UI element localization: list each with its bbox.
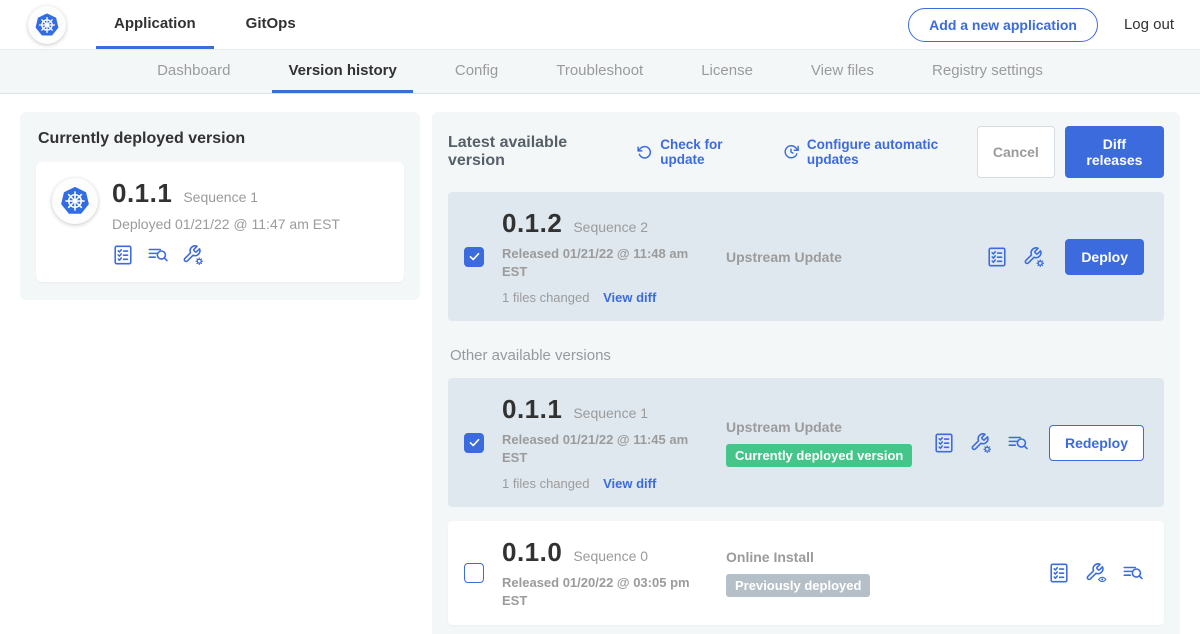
deployed-version-card: 0.1.1 Sequence 1 Deployed 01/21/22 @ 11:… bbox=[36, 162, 404, 282]
top-nav-tabs: Application GitOps bbox=[96, 0, 314, 49]
released-timestamp: Released 01/20/22 @ 03:05 pm EST bbox=[502, 574, 714, 609]
preflight-checks-icon[interactable] bbox=[1048, 562, 1070, 584]
cancel-button[interactable]: Cancel bbox=[977, 126, 1055, 178]
top-nav: Application GitOps Add a new application… bbox=[0, 0, 1200, 50]
version-row-0-1-2: 0.1.2 Sequence 2 Released 01/21/22 @ 11:… bbox=[448, 192, 1164, 321]
edit-config-icon[interactable] bbox=[182, 244, 204, 266]
version-row-0-1-0: 0.1.0 Sequence 0 Released 01/20/22 @ 03:… bbox=[448, 521, 1164, 625]
latest-available-panel: Latest available version Check for updat… bbox=[432, 112, 1180, 634]
files-changed-label: 1 files changed bbox=[502, 476, 589, 491]
preflight-checks-icon[interactable] bbox=[933, 432, 955, 454]
tab-troubleshoot[interactable]: Troubleshoot bbox=[540, 50, 659, 93]
latest-available-title: Latest available version bbox=[448, 134, 614, 170]
deploy-logs-icon[interactable] bbox=[147, 244, 169, 266]
logout-link[interactable]: Log out bbox=[1124, 16, 1174, 33]
edit-config-icon[interactable] bbox=[970, 432, 992, 454]
auto-update-clock-icon bbox=[782, 143, 800, 161]
refresh-icon bbox=[636, 144, 653, 161]
view-diff-link[interactable]: View diff bbox=[603, 290, 656, 305]
version-checkbox[interactable] bbox=[464, 247, 484, 267]
version-row-0-1-1: 0.1.1 Sequence 1 Released 01/21/22 @ 11:… bbox=[448, 378, 1164, 507]
deploy-button[interactable]: Deploy bbox=[1065, 239, 1144, 275]
kubernetes-logo-icon bbox=[28, 6, 66, 44]
tab-application[interactable]: Application bbox=[96, 0, 214, 49]
currently-deployed-badge: Currently deployed version bbox=[726, 444, 912, 467]
sequence-label: Sequence 1 bbox=[573, 405, 648, 421]
tab-registry-settings[interactable]: Registry settings bbox=[916, 50, 1059, 93]
released-timestamp: Released 01/21/22 @ 11:45 am EST bbox=[502, 431, 714, 466]
sequence-label: Sequence 0 bbox=[573, 548, 648, 564]
preflight-checks-icon[interactable] bbox=[986, 246, 1008, 268]
tab-version-history[interactable]: Version history bbox=[272, 50, 412, 93]
check-for-update-link[interactable]: Check for update bbox=[636, 137, 760, 167]
version-number: 0.1.0 bbox=[502, 537, 562, 568]
version-checkbox[interactable] bbox=[464, 433, 484, 453]
kubernetes-app-icon bbox=[52, 178, 98, 224]
other-versions-title: Other available versions bbox=[450, 347, 1164, 364]
main-content: Currently deployed version 0.1.1 Sequenc… bbox=[0, 94, 1200, 634]
deployed-sequence-label: Sequence 1 bbox=[183, 189, 258, 205]
app-logo[interactable] bbox=[28, 0, 66, 49]
released-timestamp: Released 01/21/22 @ 11:48 am EST bbox=[502, 245, 714, 280]
configure-automatic-updates-link[interactable]: Configure automatic updates bbox=[782, 137, 977, 167]
preflight-checks-icon[interactable] bbox=[112, 244, 134, 266]
version-source-label: Online Install bbox=[726, 549, 1048, 565]
tab-dashboard[interactable]: Dashboard bbox=[141, 50, 246, 93]
tab-view-files[interactable]: View files bbox=[795, 50, 890, 93]
diff-releases-button[interactable]: Diff releases bbox=[1065, 126, 1164, 178]
version-checkbox[interactable] bbox=[464, 563, 484, 583]
deploy-logs-icon[interactable] bbox=[1122, 562, 1144, 584]
deployed-timestamp: Deployed 01/21/22 @ 11:47 am EST bbox=[112, 216, 340, 232]
tab-license[interactable]: License bbox=[685, 50, 769, 93]
sequence-label: Sequence 2 bbox=[573, 219, 648, 235]
version-number: 0.1.2 bbox=[502, 208, 562, 239]
app-nav: Dashboard Version history Config Trouble… bbox=[0, 50, 1200, 94]
files-changed-label: 1 files changed bbox=[502, 290, 589, 305]
tab-config[interactable]: Config bbox=[439, 50, 514, 93]
deployed-version-number: 0.1.1 bbox=[112, 178, 172, 209]
previously-deployed-badge: Previously deployed bbox=[726, 574, 870, 597]
version-number: 0.1.1 bbox=[502, 394, 562, 425]
deploy-logs-icon[interactable] bbox=[1007, 432, 1029, 454]
view-diff-link[interactable]: View diff bbox=[603, 476, 656, 491]
currently-deployed-title: Currently deployed version bbox=[38, 130, 404, 148]
currently-deployed-panel: Currently deployed version 0.1.1 Sequenc… bbox=[20, 112, 420, 300]
version-source-label: Upstream Update bbox=[726, 249, 986, 265]
edit-config-icon[interactable] bbox=[1023, 246, 1045, 268]
view-config-icon[interactable] bbox=[1085, 562, 1107, 584]
version-source-label: Upstream Update bbox=[726, 419, 933, 435]
add-new-application-button[interactable]: Add a new application bbox=[908, 8, 1098, 42]
tab-gitops[interactable]: GitOps bbox=[228, 0, 314, 49]
redeploy-button[interactable]: Redeploy bbox=[1049, 425, 1144, 461]
